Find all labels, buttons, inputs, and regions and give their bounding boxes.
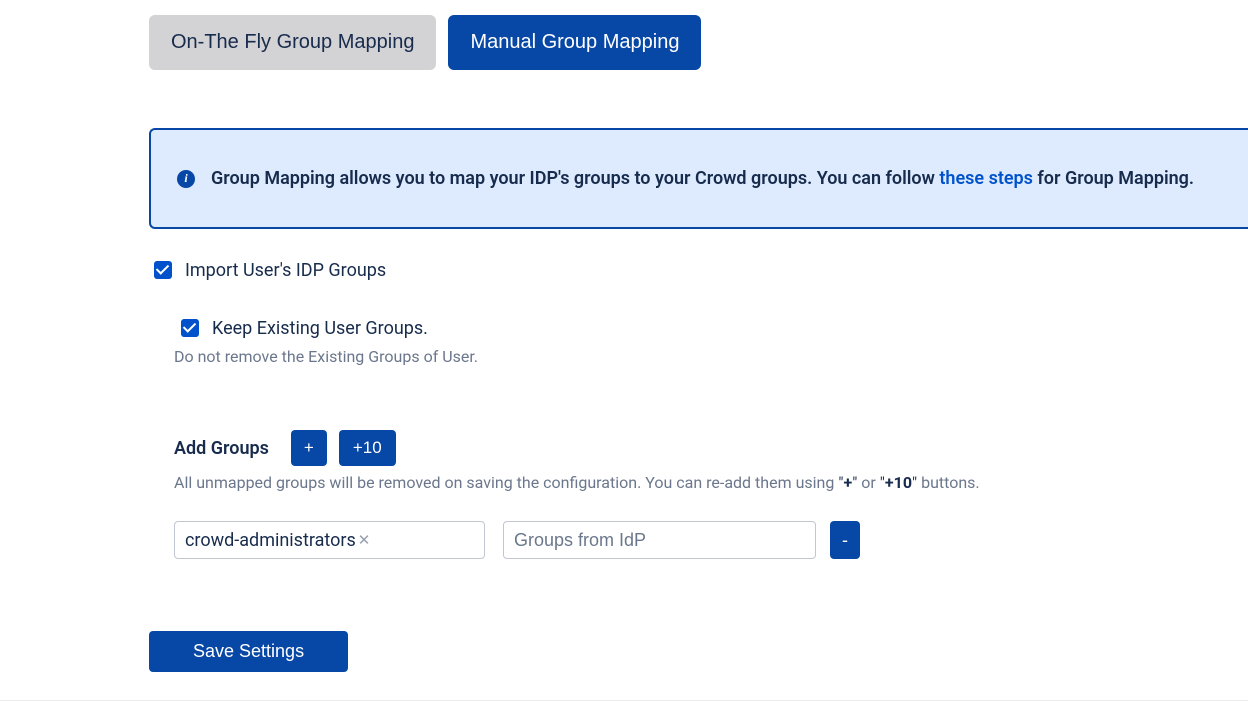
add-ten-button[interactable]: +10: [339, 430, 396, 466]
import-idp-row: Import User's IDP Groups: [150, 258, 386, 282]
tabs: On-The Fly Group Mapping Manual Group Ma…: [149, 15, 701, 70]
add-groups-hint: All unmapped groups will be removed on s…: [174, 473, 980, 492]
add-hint-suffix: buttons.: [917, 473, 980, 492]
import-idp-label: Import User's IDP Groups: [185, 260, 386, 281]
keep-existing-label: Keep Existing User Groups.: [212, 318, 428, 339]
add-hint-prefix: All unmapped groups will be removed on s…: [174, 473, 838, 492]
tab-on-the-fly[interactable]: On-The Fly Group Mapping: [149, 15, 436, 70]
keep-existing-checkbox[interactable]: [181, 319, 199, 337]
crowd-group-box[interactable]: crowd-administrators✕: [174, 521, 485, 559]
remove-tag-icon[interactable]: ✕: [358, 531, 371, 549]
keep-existing-row: Keep Existing User Groups.: [177, 316, 428, 340]
add-hint-plus: +: [843, 473, 852, 492]
info-icon: i: [177, 170, 195, 188]
info-text-prefix: Group Mapping allows you to map your IDP…: [211, 168, 939, 189]
keep-existing-hint: Do not remove the Existing Groups of Use…: [174, 347, 478, 366]
import-idp-checkbox[interactable]: [154, 261, 172, 279]
save-settings-button[interactable]: Save Settings: [149, 631, 348, 672]
info-text-suffix: for Group Mapping.: [1033, 168, 1194, 189]
add-groups-label: Add Groups: [174, 438, 269, 459]
remove-row-button[interactable]: -: [830, 521, 860, 559]
add-groups-row: Add Groups + +10: [174, 430, 396, 466]
info-link[interactable]: these steps: [939, 168, 1033, 189]
save-row: Save Settings: [149, 631, 348, 672]
add-hint-or: or: [857, 473, 879, 492]
divider: [0, 700, 1248, 701]
crowd-group-tag: crowd-administrators: [185, 530, 356, 551]
tab-manual[interactable]: Manual Group Mapping: [448, 15, 701, 70]
mapping-row: crowd-administrators✕ -: [174, 521, 860, 559]
info-panel: i Group Mapping allows you to map your I…: [149, 128, 1248, 229]
idp-group-input[interactable]: [503, 521, 816, 559]
add-one-button[interactable]: +: [291, 430, 327, 466]
info-text: Group Mapping allows you to map your IDP…: [211, 168, 1194, 189]
add-hint-plus10: +10: [885, 473, 912, 492]
